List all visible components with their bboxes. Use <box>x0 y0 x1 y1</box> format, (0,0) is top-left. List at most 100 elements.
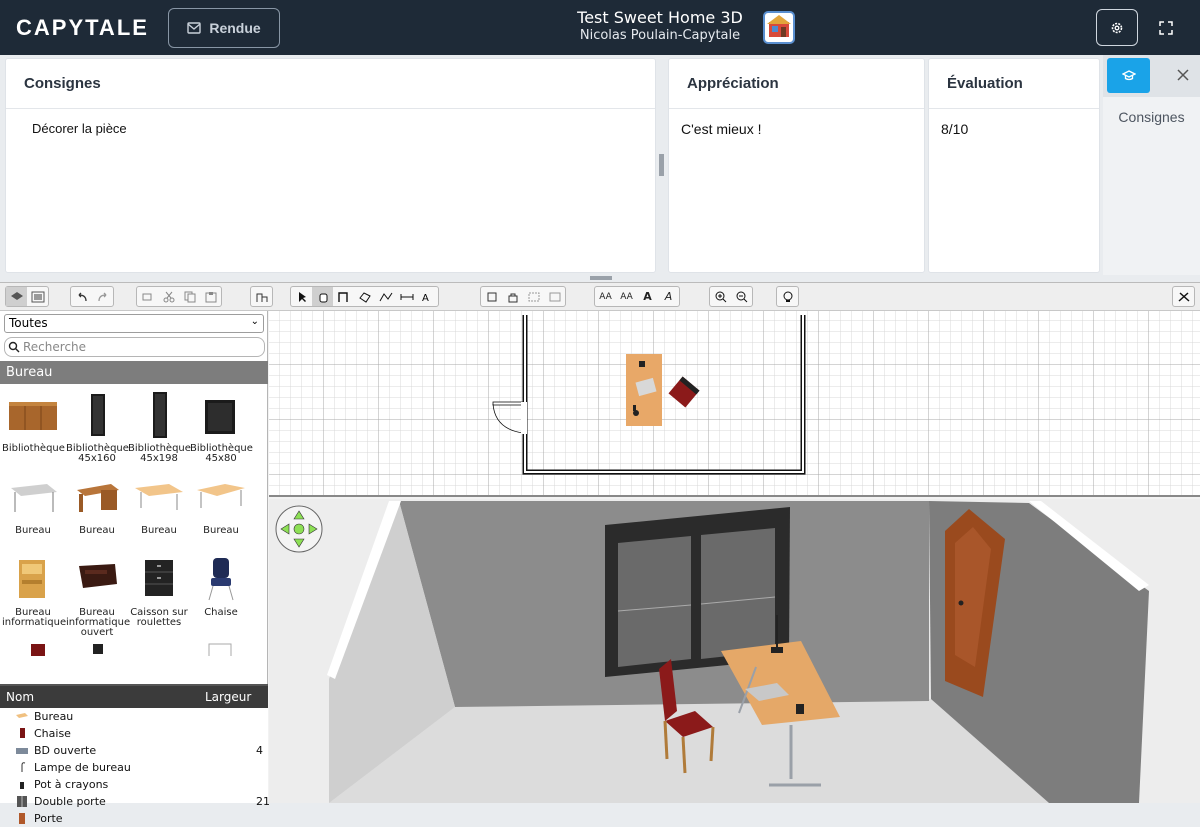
desk-thumbnail-icon <box>197 484 245 508</box>
furniture-name: Lampe de bureau <box>34 761 131 774</box>
catalog-item-bureau[interactable]: Bureau <box>128 468 190 550</box>
drawer-cabinet-thumbnail-icon <box>145 560 173 596</box>
appreciation-panel: Appréciation C'est mieux ! <box>668 58 925 273</box>
brand-logo[interactable]: CAPYTALE <box>16 15 149 41</box>
chair-thumbnail-icon <box>31 644 45 656</box>
catalog-item-bureau[interactable]: Bureau <box>2 468 64 550</box>
chair-thumbnail-icon <box>93 644 103 654</box>
consignes-panel: Consignes Décorer la pièce <box>5 58 656 273</box>
undo-icon <box>78 292 87 301</box>
copy-icon <box>184 291 195 302</box>
italic-text-button[interactable]: A <box>658 287 679 306</box>
app-header: CAPYTALE Rendue Test Sweet Home 3D Nicol… <box>0 0 1200 55</box>
add-furniture-button[interactable] <box>137 287 158 306</box>
create-rooms-button[interactable] <box>354 287 375 306</box>
layers-icon <box>10 291 23 300</box>
side-tabs <box>1103 55 1200 97</box>
catalog-item-bibliotheque-45x198[interactable]: Bibliothèque 45x198 <box>128 386 191 468</box>
redo-button[interactable] <box>92 287 113 306</box>
create-labels-button[interactable]: A <box>417 287 438 306</box>
rendue-button[interactable]: Rendue <box>168 8 280 48</box>
zoom-out-button[interactable] <box>731 287 752 306</box>
catalog-item-bureau[interactable]: Bureau <box>66 468 128 550</box>
pan-mode-button[interactable] <box>312 287 333 306</box>
create-walls-button[interactable] <box>333 287 354 306</box>
paste-button[interactable] <box>200 287 221 306</box>
add-point-button[interactable] <box>481 287 502 306</box>
decrease-text-button[interactable]: AA <box>595 287 616 306</box>
settings-button[interactable] <box>1096 9 1138 46</box>
catalog-item-partial[interactable] <box>190 632 252 656</box>
cut-button[interactable] <box>158 287 179 306</box>
furniture-row[interactable]: Bureau <box>0 708 268 725</box>
column-width-header[interactable]: Largeur <box>205 690 251 704</box>
navigation-compass[interactable] <box>275 505 323 553</box>
redo-icon <box>97 292 106 301</box>
catalog-item-bibliotheque[interactable]: Bibliothèque <box>2 386 65 468</box>
plan-tools-group <box>480 286 566 307</box>
bin-thumbnail-icon <box>208 643 232 656</box>
zoom-in-button[interactable] <box>710 287 731 306</box>
vertical-splitter[interactable] <box>659 154 664 176</box>
furniture-row[interactable]: Pot à crayons <box>0 776 268 793</box>
lock-plan-button[interactable] <box>502 287 523 306</box>
desk-thumbnail-icon <box>77 484 119 512</box>
zoom-in-icon <box>715 291 726 302</box>
3d-canvas[interactable] <box>269 499 1200 803</box>
catalog-view-button[interactable] <box>6 287 27 306</box>
close-side-panel-button[interactable] <box>1171 63 1195 87</box>
create-dimensions-button[interactable] <box>396 287 417 306</box>
catalog-item-bureau[interactable]: Bureau <box>190 468 252 550</box>
svg-text:A: A <box>422 293 429 303</box>
list-icon <box>31 291 44 302</box>
select-mode-button[interactable] <box>291 287 312 306</box>
room-icon <box>358 291 371 303</box>
fullscreen-button[interactable] <box>1150 9 1182 46</box>
copy-button[interactable] <box>179 287 200 306</box>
computer-desk-thumbnail-icon <box>19 560 45 598</box>
create-polylines-button[interactable] <box>375 287 396 306</box>
appreciation-text: C'est mieux ! <box>681 121 762 137</box>
catalog-item-bibliotheque-45x80[interactable]: Bibliothèque 45x80 <box>190 386 253 468</box>
furniture-row[interactable]: BD ouverte 4 <box>0 742 268 759</box>
plan-view[interactable] <box>269 311 1200 497</box>
furniture-row[interactable]: Porte <box>0 810 268 827</box>
group-button[interactable] <box>523 287 544 306</box>
bookcase-thumbnail-icon <box>91 394 105 436</box>
sweet-home-3d-logo-icon <box>763 11 795 44</box>
create-photo-button[interactable] <box>777 287 798 306</box>
furniture-row[interactable]: Lampe de bureau <box>0 759 268 776</box>
import-furniture-button[interactable] <box>251 287 272 306</box>
bold-text-button[interactable]: A <box>637 287 658 306</box>
catalog-item-label: roulettes <box>136 617 182 628</box>
plan-canvas[interactable] <box>269 311 1200 497</box>
category-select[interactable]: Toutes ⌄ <box>4 314 264 333</box>
catalog-item-bureau-informatique-ouvert[interactable]: Bureau informatique ouvert <box>66 550 130 638</box>
import-furniture-icon <box>256 293 267 302</box>
side-panel-label: Consignes <box>1118 109 1185 125</box>
catalog-search-input[interactable]: Recherche <box>4 337 265 357</box>
column-name-header[interactable]: Nom <box>6 690 34 704</box>
evaluation-panel: Évaluation 8/10 <box>928 58 1100 273</box>
catalog-item-bureau-informatique[interactable]: Bureau informatique <box>2 550 66 632</box>
author-name: Nicolas Poulain-Capytale <box>579 28 741 43</box>
catalog-item-bibliotheque-45x160[interactable]: Bibliothèque 45x160 <box>66 386 129 468</box>
horizontal-splitter[interactable] <box>590 276 612 280</box>
3d-view[interactable] <box>269 499 1200 803</box>
catalog-item-partial[interactable] <box>2 632 64 656</box>
catalog-item-chaise[interactable]: Chaise <box>190 550 252 632</box>
catalog-item-caisson[interactable]: Caisson sur roulettes <box>128 550 190 632</box>
ungroup-button[interactable] <box>544 287 565 306</box>
furniture-row[interactable]: Chaise <box>0 725 268 742</box>
desk-plan-symbol[interactable] <box>626 354 662 426</box>
graduation-cap-tab[interactable] <box>1107 58 1150 93</box>
catalog-item-label: Bureau <box>79 525 115 536</box>
increase-text-button[interactable]: AA <box>616 287 637 306</box>
undo-button[interactable] <box>71 287 92 306</box>
chair-thumbnail-icon <box>208 558 234 601</box>
furniture-width: 4 <box>256 744 263 757</box>
catalog-item-partial[interactable] <box>66 632 128 656</box>
catalog-item-label: Bureau <box>15 525 51 536</box>
preferences-button[interactable] <box>1173 287 1194 306</box>
list-view-button[interactable] <box>27 287 48 306</box>
